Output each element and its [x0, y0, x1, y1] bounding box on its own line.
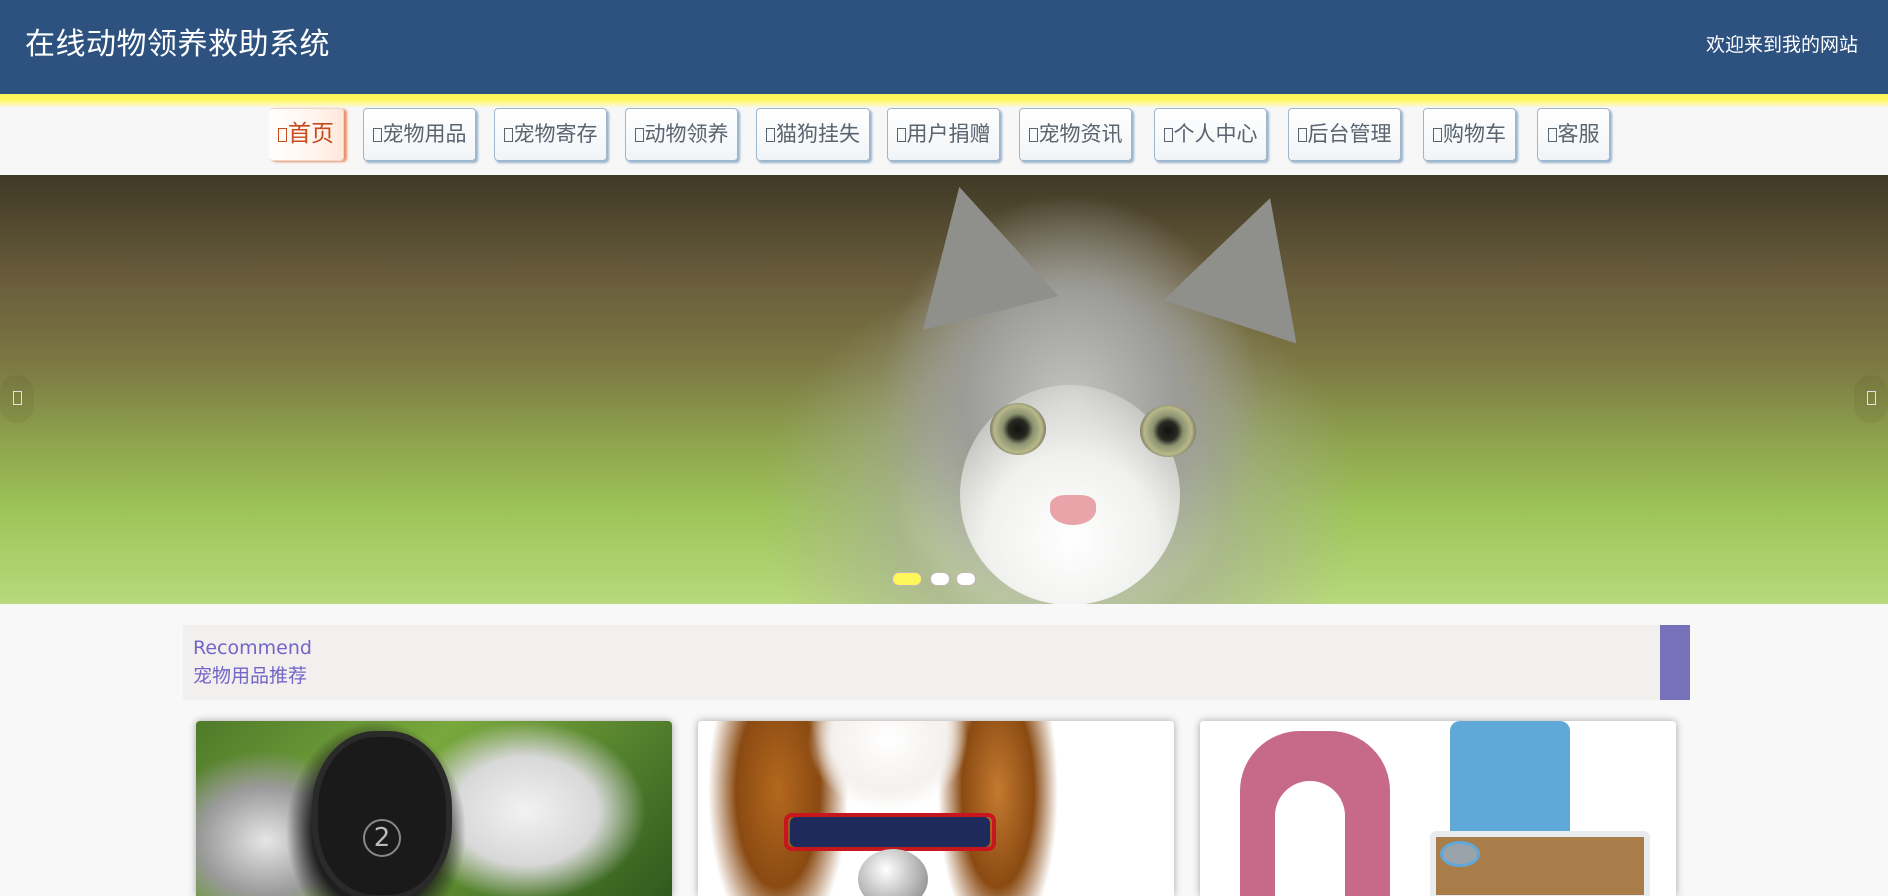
product-image-pet-furniture — [1200, 721, 1676, 896]
site-header: 在线动物领养救助系统 欢迎来到我的网站 — [0, 0, 1888, 96]
gear-icon — [1297, 128, 1307, 142]
shoe-sole — [312, 731, 452, 896]
shoe-size-badge: 2 — [363, 819, 401, 857]
user-icon — [1163, 128, 1173, 142]
banner-carousel[interactable] — [0, 175, 1888, 604]
gift-icon — [896, 128, 906, 142]
nav-item-label: 后台管理 — [1307, 122, 1392, 146]
nav-item-admin[interactable]: 后台管理 — [1288, 108, 1401, 161]
header-stripe — [0, 94, 1888, 108]
pink-furniture-opening — [1275, 781, 1345, 896]
recommend-title-cn: 宠物用品推荐 — [193, 665, 308, 687]
nav-item-label: 猫狗挂失 — [776, 122, 860, 146]
kitten-nose — [1050, 495, 1096, 525]
box-icon — [503, 128, 513, 142]
nav-item-user-donation[interactable]: 用户捐赠 — [887, 108, 1000, 161]
chevron-right-icon — [1866, 391, 1876, 405]
carousel-dot-2[interactable] — [930, 572, 950, 586]
chevron-left-icon — [12, 391, 22, 405]
nav-item-pet-supplies[interactable]: 宠物用品 — [363, 108, 476, 161]
nav-item-label: 宠物资讯 — [1038, 122, 1123, 146]
product-image-dog-bowtie — [698, 721, 1174, 896]
shopping-bag-icon — [372, 128, 382, 142]
search-icon — [766, 128, 775, 142]
welcome-text: 欢迎来到我的网站 — [1705, 34, 1858, 56]
kitten-ear-left — [891, 175, 1059, 331]
collar — [784, 813, 996, 851]
carousel-prev-button[interactable] — [0, 375, 34, 423]
nav-item-label: 客服 — [1557, 122, 1600, 146]
home-icon — [278, 128, 287, 142]
nav-item-cart[interactable]: 购物车 — [1423, 108, 1516, 161]
nav-item-label: 购物车 — [1443, 122, 1506, 146]
nav-item-label: 宠物寄存 — [513, 122, 598, 146]
blue-furniture — [1450, 721, 1570, 841]
nav-item-home[interactable]: 首页 — [269, 108, 344, 161]
nav-item-label: 个人中心 — [1173, 122, 1258, 146]
nav-item-pet-news[interactable]: 宠物资讯 — [1019, 108, 1132, 161]
food-bowl — [1440, 841, 1480, 867]
kitten-eye-right — [1140, 405, 1196, 457]
nav-item-label: 首页 — [288, 121, 334, 147]
product-image-dog-shoes: 2 — [196, 721, 672, 896]
nav-item-label: 用户捐赠 — [906, 122, 991, 146]
bell — [858, 849, 928, 896]
headset-icon — [1547, 128, 1557, 142]
nav-item-personal-center[interactable]: 个人中心 — [1154, 108, 1267, 161]
carousel-dot-1[interactable] — [892, 572, 922, 586]
paw-icon — [634, 128, 644, 142]
kitten-eye-left — [990, 403, 1046, 455]
nav-item-customer-service[interactable]: 客服 — [1537, 108, 1610, 161]
nav-item-pet-boarding[interactable]: 宠物寄存 — [494, 108, 607, 161]
product-card[interactable] — [1200, 721, 1676, 896]
carousel-next-button[interactable] — [1854, 375, 1888, 423]
nav-item-label: 动物领养 — [644, 122, 729, 146]
recommend-title-en: Recommend — [193, 637, 312, 659]
product-card[interactable]: 2 — [196, 721, 672, 896]
main-nav: 首页 宠物用品 宠物寄存 动物领养 猫狗挂失 用户捐赠 宠物资讯 个人中心 后台… — [0, 108, 1888, 175]
site-title[interactable]: 在线动物领养救助系统 — [25, 26, 330, 64]
kitten-ear-right — [1163, 176, 1337, 344]
nav-item-animal-adoption[interactable]: 动物领养 — [625, 108, 738, 161]
product-card[interactable] — [698, 721, 1174, 896]
recommend-header — [183, 625, 1690, 700]
nav-item-lost-pets[interactable]: 猫狗挂失 — [756, 108, 870, 161]
carousel-dot-3[interactable] — [956, 572, 976, 586]
cart-icon — [1433, 128, 1442, 142]
recommend-accent-bar — [1660, 625, 1690, 700]
news-icon — [1028, 128, 1038, 142]
nav-item-label: 宠物用品 — [382, 122, 467, 146]
